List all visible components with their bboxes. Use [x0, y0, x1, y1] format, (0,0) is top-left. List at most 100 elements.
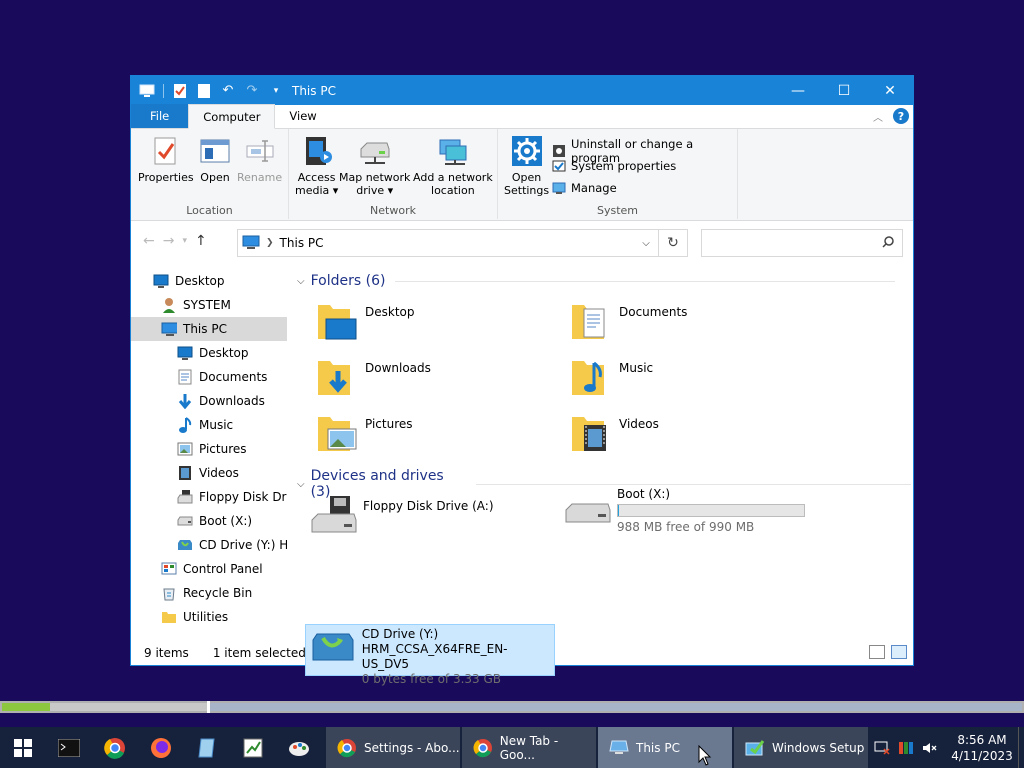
terminal-taskbar-icon[interactable]	[46, 727, 92, 768]
start-button[interactable]	[0, 727, 46, 768]
nav-item-this-pc[interactable]: This PC	[131, 317, 287, 341]
address-dropdown-icon[interactable]: ⌵	[635, 238, 657, 249]
new-folder-icon[interactable]	[194, 81, 214, 101]
add-network-location-button[interactable]: Add a network location	[413, 135, 493, 197]
folder-music[interactable]: Music	[569, 355, 653, 399]
floppy-drive-icon	[307, 493, 359, 537]
access-media-button[interactable]: Access media ▾	[295, 135, 338, 197]
taskbar-app-settings-abo[interactable]: Settings - Abo...	[326, 727, 460, 768]
pictures-folder-icon	[315, 411, 359, 455]
paint-taskbar-icon[interactable]	[276, 727, 322, 768]
selection-count: 1 item selected	[212, 646, 306, 660]
map-network-drive-button[interactable]: Map network drive ▾	[339, 135, 410, 197]
nav-item-label: SYSTEM	[183, 298, 231, 312]
tab-file[interactable]: File	[131, 104, 189, 128]
breadcrumb-chevron-icon[interactable]: ❯	[266, 238, 274, 248]
open-settings-button[interactable]: Open Settings	[504, 135, 549, 197]
ribbon-group-network: Access media ▾ Map network drive ▾ Add a…	[289, 129, 498, 219]
help-icon[interactable]: ?	[893, 108, 909, 124]
nav-item-desktop[interactable]: Desktop	[131, 269, 287, 293]
nav-item-pictures[interactable]: Pictures	[131, 437, 287, 461]
pc-icon[interactable]	[137, 81, 157, 101]
nav-item-desktop[interactable]: Desktop	[131, 341, 287, 365]
drive-boot[interactable]: Boot (X:) 988 MB free of 990 MB	[561, 487, 811, 543]
display-tray-icon[interactable]	[894, 727, 918, 768]
nav-item-floppy-disk-drive[interactable]: Floppy Disk Drive	[131, 485, 287, 509]
customize-qat-icon[interactable]: ▾	[266, 81, 286, 101]
close-button[interactable]: ✕	[867, 76, 913, 105]
recent-locations-icon[interactable]: ▾	[182, 236, 187, 246]
window-controls: — ☐ ✕	[775, 76, 913, 105]
forward-icon[interactable]: →	[163, 233, 175, 249]
volume-muted-icon[interactable]	[918, 727, 942, 768]
properties-button[interactable]: Properties	[138, 135, 194, 184]
manage-icon	[552, 181, 566, 195]
nav-item-boot-x[interactable]: Boot (X:)	[131, 509, 287, 533]
maximize-button[interactable]: ☐	[821, 76, 867, 105]
navigation-pane: Desktop SYSTEM This PC Desktop Documents Down…	[131, 269, 287, 639]
address-bar[interactable]: ❯ This PC ⌵	[237, 229, 688, 257]
chart-app-taskbar-icon[interactable]	[230, 727, 276, 768]
nav-item-utilities[interactable]: Utilities	[131, 605, 287, 629]
folders-group-header[interactable]: ⌵ Folders (6)	[297, 273, 896, 289]
nav-item-recycle-bin[interactable]: Recycle Bin	[131, 581, 287, 605]
pc-icon	[161, 321, 177, 337]
collapse-chevron-icon[interactable]: ⌵	[297, 479, 305, 490]
back-icon[interactable]: ←	[143, 233, 155, 249]
nav-item-videos[interactable]: Videos	[131, 461, 287, 485]
undo-icon[interactable]: ↶	[218, 81, 238, 101]
tab-computer[interactable]: Computer	[188, 104, 276, 129]
ribbon-group-label: System	[596, 204, 639, 217]
large-icons-view-icon[interactable]	[891, 645, 907, 659]
downloads-folder-icon	[315, 355, 359, 399]
nav-item-system[interactable]: SYSTEM	[131, 293, 287, 317]
chrome-taskbar-icon[interactable]	[92, 727, 138, 768]
system-properties-button[interactable]: System properties	[552, 159, 676, 173]
search-box[interactable]	[701, 229, 903, 257]
folder-documents[interactable]: Documents	[569, 299, 687, 343]
clock-date: 4/11/2023	[951, 748, 1013, 763]
manage-button[interactable]: Manage	[552, 181, 617, 195]
pc-icon	[242, 235, 260, 252]
refresh-button[interactable]: ↻	[658, 229, 688, 257]
taskbar-app-windows-setup[interactable]: Windows Setup	[734, 727, 868, 768]
breadcrumb-this-pc[interactable]: This PC	[280, 236, 635, 250]
ribbon-right-controls: ︿ ?	[873, 108, 909, 124]
minimize-button[interactable]: —	[775, 76, 821, 105]
redo-icon[interactable]: ↷	[242, 81, 262, 101]
collapse-chevron-icon[interactable]: ⌵	[297, 276, 305, 287]
drive-floppy[interactable]: Floppy Disk Drive (A:)	[307, 493, 557, 541]
details-view-icon[interactable]	[869, 645, 885, 659]
nav-item-downloads[interactable]: Downloads	[131, 389, 287, 413]
firefox-taskbar-icon[interactable]	[138, 727, 184, 768]
nav-item-control-panel[interactable]: Control Panel	[131, 557, 287, 581]
show-desktop-button[interactable]	[1018, 727, 1024, 768]
taskbar-apps: Settings - Abo... New Tab - Goo... This PC…	[326, 727, 870, 768]
folder-videos[interactable]: Videos	[569, 411, 659, 455]
clock-time: 8:56 AM	[957, 732, 1007, 747]
folder-desktop[interactable]: Desktop	[315, 299, 415, 343]
nav-item-documents[interactable]: Documents	[131, 365, 287, 389]
rename-button[interactable]: Rename	[237, 135, 282, 184]
taskbar-app-new-tab-goo[interactable]: New Tab - Goo...	[462, 727, 596, 768]
title-bar[interactable]: ↶ ↷ ▾ This PC — ☐ ✕	[131, 76, 913, 105]
nav-item-music[interactable]: Music	[131, 413, 287, 437]
tab-view[interactable]: View	[275, 104, 330, 128]
quick-access-toolbar: ↶ ↷ ▾	[131, 81, 286, 101]
nav-item-cd-drive-y-hrm[interactable]: CD Drive (Y:) HRM	[131, 533, 287, 557]
properties-check-icon[interactable]	[170, 81, 190, 101]
recycle-bin-icon	[161, 585, 177, 601]
minimize-ribbon-icon[interactable]: ︿	[873, 109, 883, 124]
network-tray-icon[interactable]	[870, 727, 894, 768]
clock[interactable]: 8:56 AM 4/11/2023	[946, 732, 1018, 764]
open-button[interactable]: Open	[199, 135, 231, 184]
user-icon	[161, 297, 177, 313]
ribbon-group-location: Properties Open Rename Location	[131, 129, 289, 219]
folder-pictures[interactable]: Pictures	[315, 411, 413, 455]
nav-item-label: Desktop	[199, 346, 249, 360]
ribbon-tabs: File Computer View ︿ ?	[131, 104, 913, 129]
folder-downloads[interactable]: Downloads	[315, 355, 431, 399]
notes-taskbar-icon[interactable]	[184, 727, 230, 768]
nav-item-label: Downloads	[199, 394, 265, 408]
up-icon[interactable]: ↑	[195, 233, 207, 249]
